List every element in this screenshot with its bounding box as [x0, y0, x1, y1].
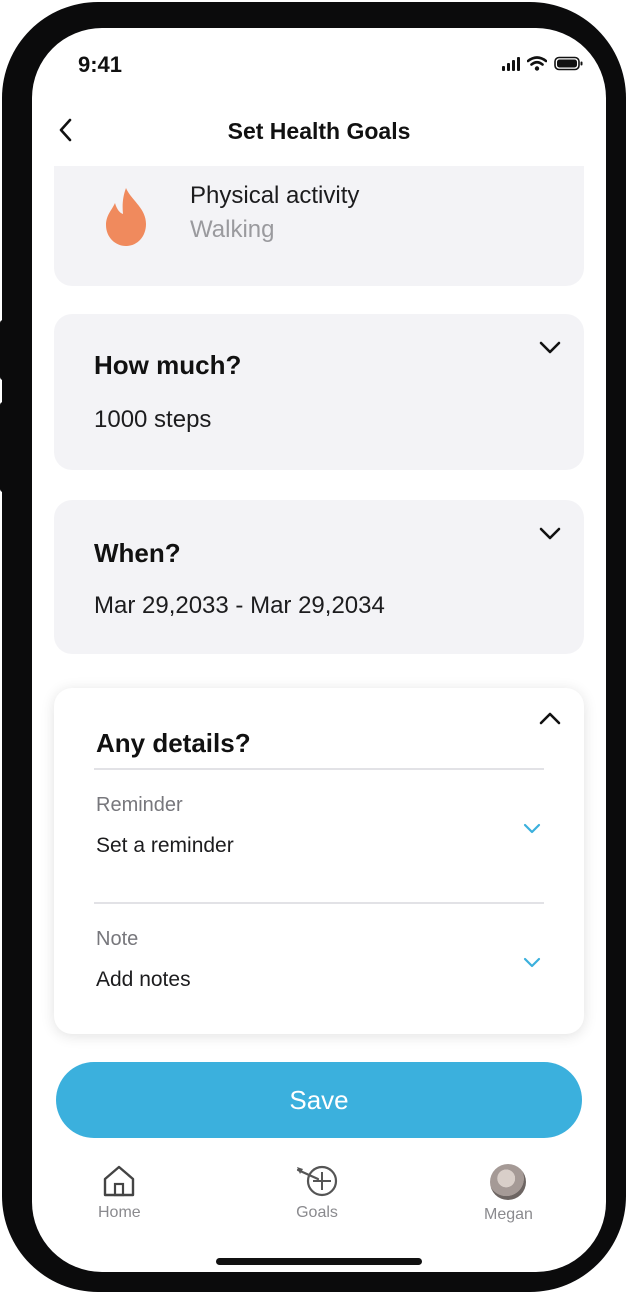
tab-home[interactable]: Home	[98, 1164, 141, 1222]
when-title: When?	[94, 538, 181, 568]
when-card[interactable]: When? Mar 29,2033 - Mar 29,2034	[54, 500, 584, 654]
status-icons	[502, 56, 584, 71]
note-label: Note	[96, 928, 139, 950]
battery-icon	[554, 56, 583, 71]
home-indicator	[216, 1258, 422, 1265]
details-title: Any details?	[96, 728, 251, 758]
tab-profile[interactable]: Megan	[484, 1164, 533, 1224]
reminder-value: Set a reminder	[96, 834, 234, 857]
when-value: Mar 29,2033 - Mar 29,2034	[94, 592, 385, 619]
home-icon	[104, 1165, 135, 1197]
activity-title: Physical activity	[190, 182, 360, 209]
signal-icon	[502, 56, 520, 71]
how-much-card[interactable]: How much? 1000 steps	[54, 314, 584, 470]
chevron-down-icon[interactable]	[522, 956, 542, 969]
reminder-label: Reminder	[96, 794, 183, 816]
chevron-down-icon[interactable]	[538, 526, 562, 542]
activity-card[interactable]: Physical activity Walking	[54, 166, 584, 286]
chevron-up-icon[interactable]	[538, 710, 562, 726]
tab-home-label: Home	[98, 1204, 141, 1221]
flame-icon	[106, 188, 146, 246]
tab-goals[interactable]: Goals	[294, 1164, 340, 1222]
app-screen: 9:41 Set Health Goals Physical activity …	[32, 28, 606, 1272]
side-button	[0, 320, 6, 380]
wifi-icon	[527, 56, 547, 71]
how-much-title: How much?	[94, 350, 242, 380]
tab-goals-label: Goals	[296, 1204, 338, 1221]
divider	[94, 768, 544, 770]
status-time: 9:41	[78, 52, 123, 77]
details-card: Any details? Reminder Set a reminder Not…	[54, 688, 584, 1034]
phone-frame: 9:41 Set Health Goals Physical activity …	[0, 2, 626, 1292]
side-button	[0, 402, 6, 492]
page-title: Set Health Goals	[227, 118, 411, 144]
save-button[interactable]: Save	[56, 1062, 582, 1138]
activity-subtitle: Walking	[190, 216, 275, 243]
tab-profile-label: Megan	[484, 1206, 533, 1223]
how-much-value: 1000 steps	[94, 406, 212, 433]
avatar	[490, 1164, 527, 1200]
divider	[94, 902, 544, 904]
chevron-down-icon[interactable]	[538, 340, 562, 356]
goals-target-icon	[296, 1165, 338, 1197]
chevron-down-icon[interactable]	[522, 822, 542, 835]
note-value: Add notes	[96, 968, 191, 991]
